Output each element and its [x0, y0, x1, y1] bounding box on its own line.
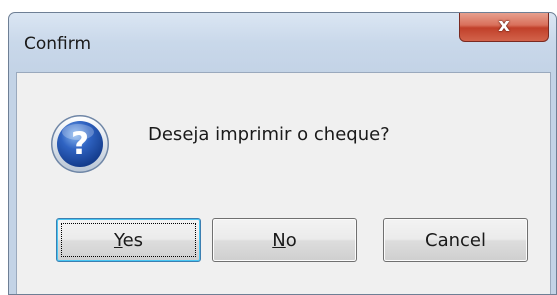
question-glyph: ? [71, 126, 89, 162]
yes-button[interactable]: Yes [56, 218, 201, 262]
cancel-button-label: Cancel [425, 229, 486, 251]
close-button[interactable]: x [459, 13, 549, 42]
no-button[interactable]: No [212, 218, 357, 262]
focus-indicator [61, 223, 196, 257]
close-icon: x [498, 14, 510, 36]
no-button-label: No [272, 229, 297, 251]
confirm-dialog-window: Confirm x ? Deseja imprimir o cheque? Ye… [8, 12, 557, 295]
window-title: Confirm [24, 34, 92, 54]
dialog-body: ? Deseja imprimir o cheque? Yes No Cance… [16, 72, 551, 294]
dialog-message: Deseja imprimir o cheque? [148, 124, 390, 145]
cancel-button[interactable]: Cancel [383, 218, 528, 262]
question-icon: ? [51, 115, 109, 173]
title-bar[interactable]: Confirm x [9, 13, 556, 73]
